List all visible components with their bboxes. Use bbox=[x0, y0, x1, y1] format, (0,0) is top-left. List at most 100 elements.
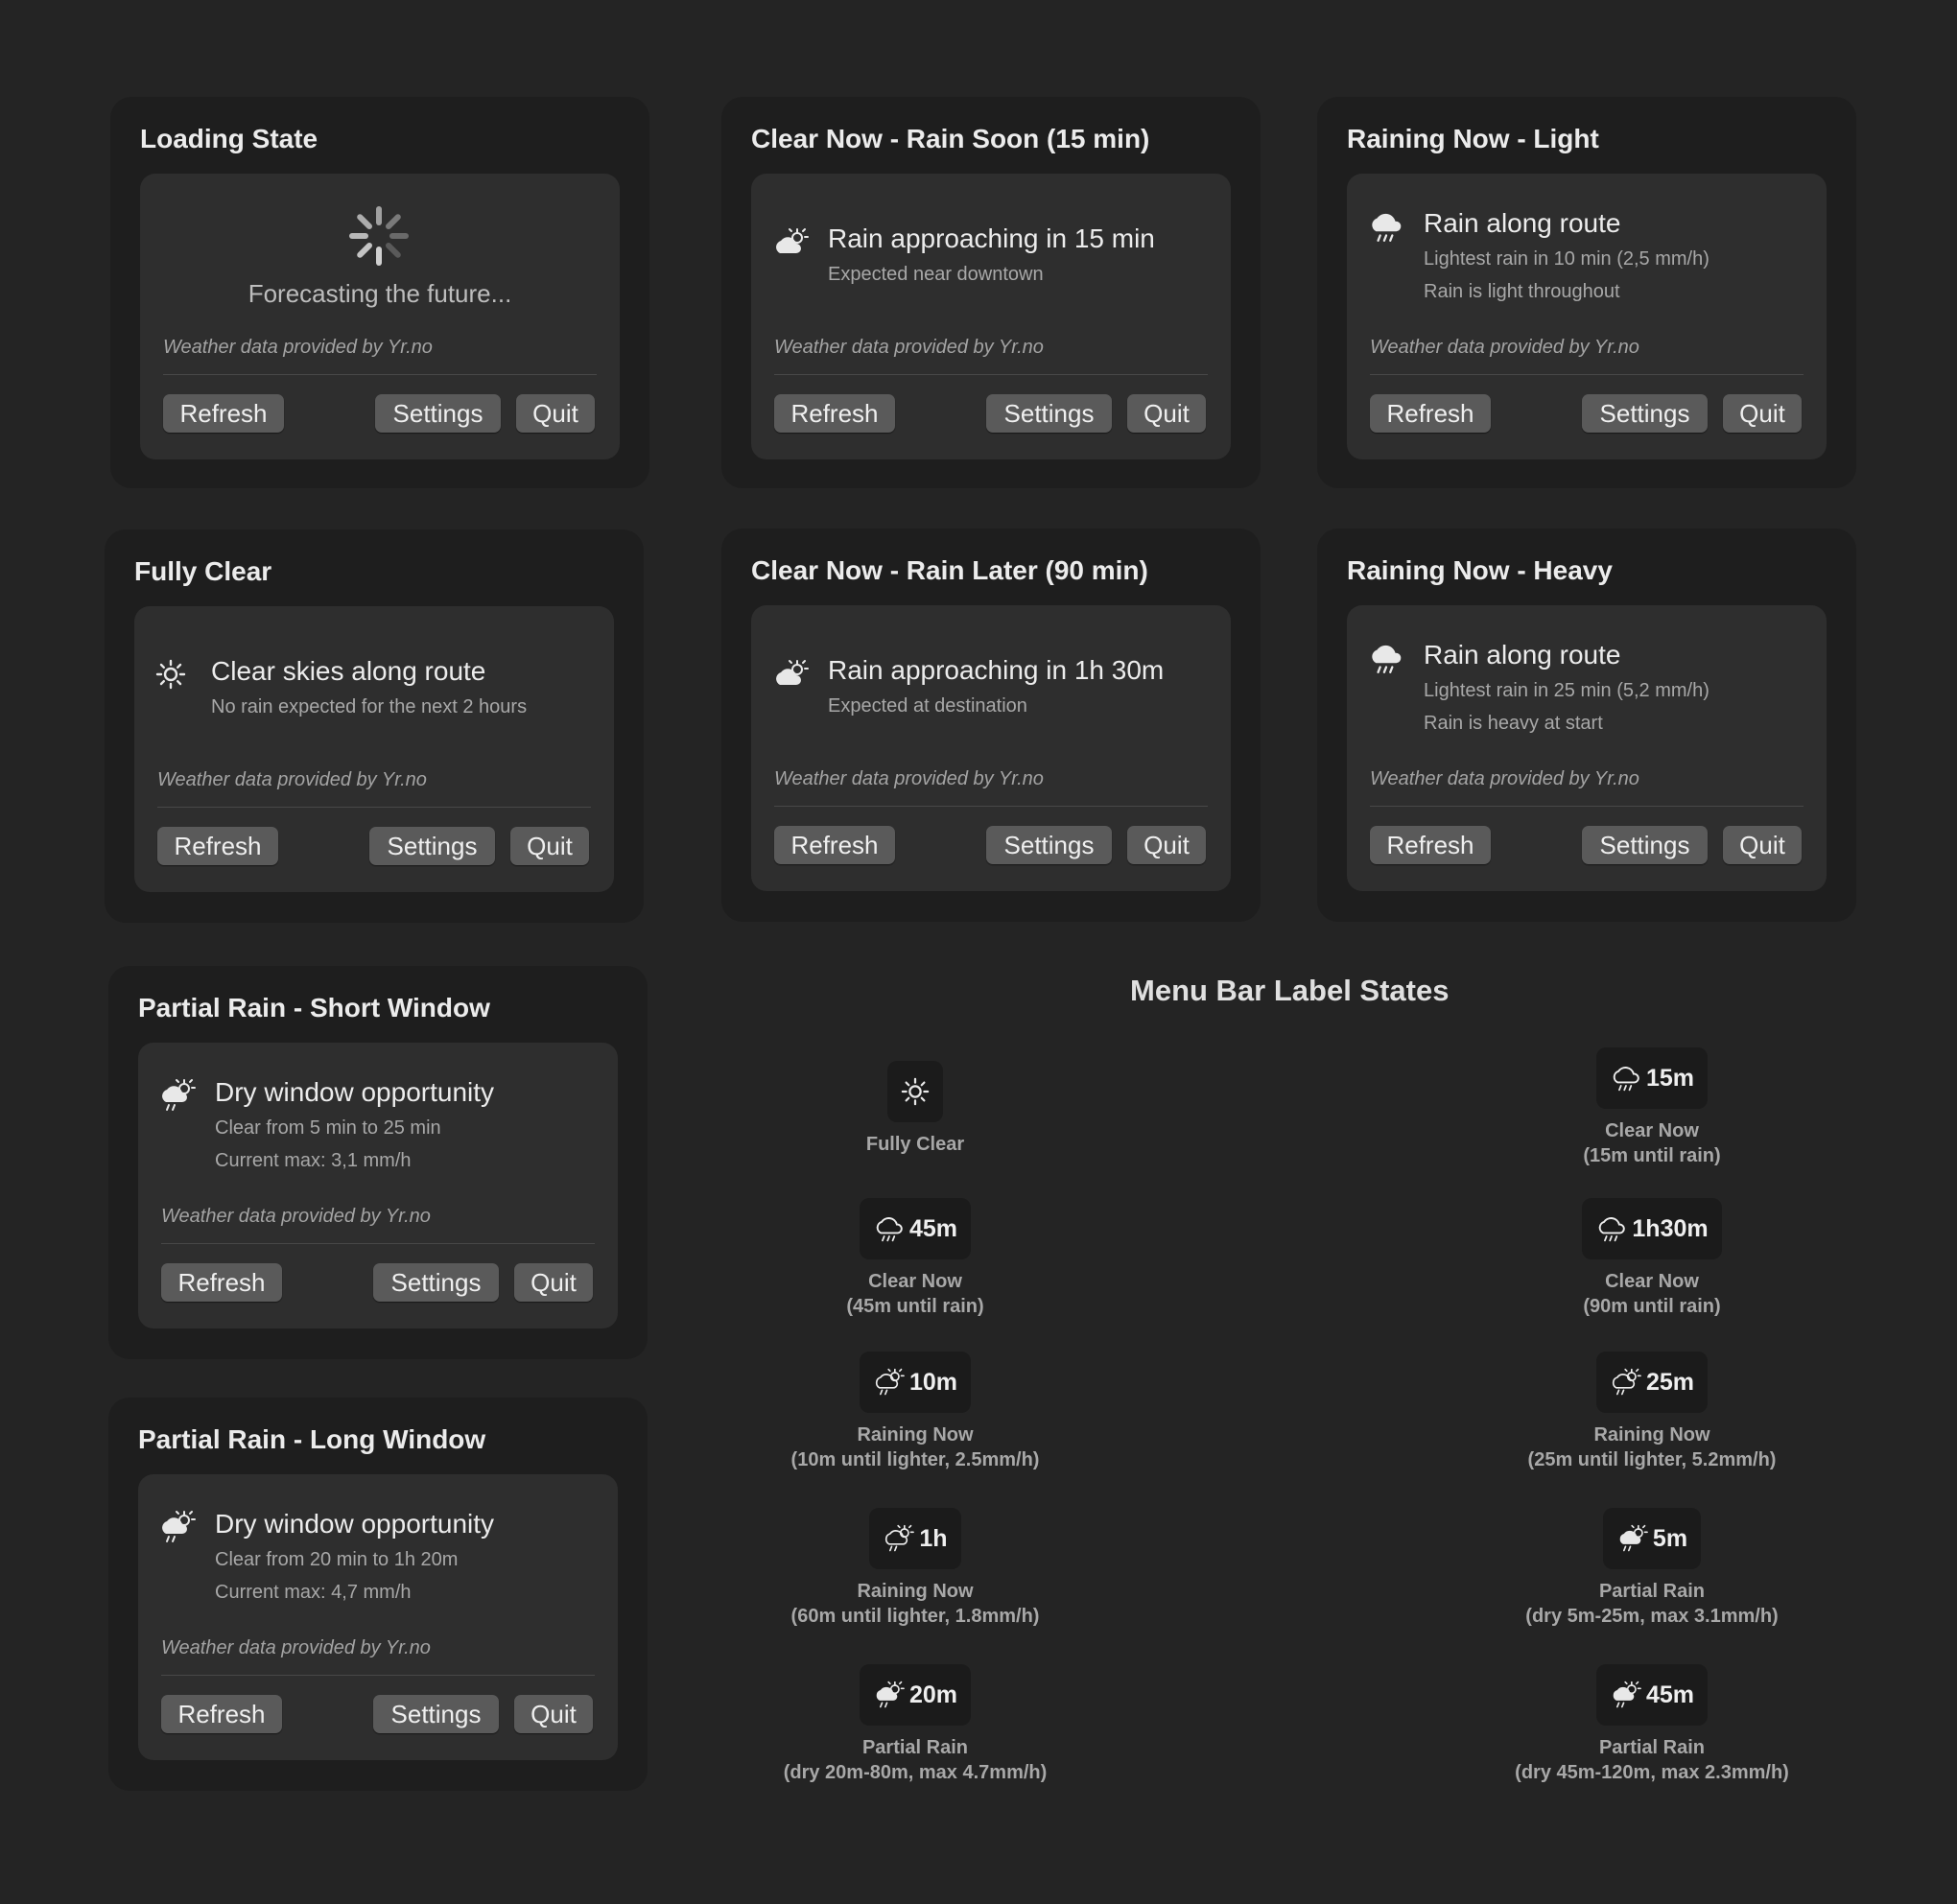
divider bbox=[163, 374, 597, 375]
popup-window: Clear skies along route No rain expected… bbox=[134, 606, 614, 892]
settings-button[interactable]: Settings bbox=[375, 394, 501, 433]
status-detail-secondary: Rain is light throughout bbox=[1424, 281, 1620, 302]
settings-button[interactable]: Settings bbox=[1582, 394, 1708, 433]
menubar-state-raining-25m: 25m Raining Now (25m until lighter, 5.2mm… bbox=[1450, 1352, 1853, 1472]
quit-button[interactable]: Quit bbox=[516, 394, 595, 433]
settings-button[interactable]: Settings bbox=[369, 827, 495, 865]
settings-button[interactable]: Settings bbox=[986, 394, 1112, 433]
rain-cloud-outline-icon bbox=[1595, 1214, 1628, 1243]
refresh-button[interactable]: Refresh bbox=[161, 1695, 282, 1733]
settings-button[interactable]: Settings bbox=[373, 1263, 499, 1302]
state-caption: Fully Clear bbox=[865, 1134, 965, 1155]
sun-rain-cloud-filled-icon bbox=[873, 1681, 906, 1709]
menubar-label[interactable]: 10m bbox=[859, 1352, 972, 1413]
status-headline: Rain approaching in 1h 30m bbox=[828, 655, 1165, 685]
divider bbox=[161, 1243, 595, 1244]
state-caption-detail: (15m until rain) bbox=[1583, 1145, 1721, 1166]
panel-partial-rain-long: Partial Rain - Long Window Dry window op… bbox=[108, 1398, 648, 1791]
menubar-label-text: 25m bbox=[1645, 1368, 1695, 1396]
attribution-text: Weather data provided by Yr.no bbox=[774, 768, 1044, 789]
menubar-label[interactable]: 5m bbox=[1602, 1508, 1702, 1569]
status-detail-secondary: Rain is heavy at start bbox=[1424, 713, 1603, 734]
menubar-label-text: 15m bbox=[1645, 1064, 1695, 1092]
refresh-button[interactable]: Refresh bbox=[774, 394, 895, 433]
refresh-button[interactable]: Refresh bbox=[1370, 826, 1491, 864]
status-detail: Clear from 20 min to 1h 20m bbox=[215, 1549, 459, 1570]
menubar-state-clear-15m: 15m Clear Now (15m until rain) bbox=[1450, 1047, 1853, 1168]
menubar-label[interactable]: 1h30m bbox=[1582, 1198, 1722, 1259]
quit-button[interactable]: Quit bbox=[1723, 394, 1802, 433]
sun-icon bbox=[901, 1077, 930, 1106]
partly-cloudy-sun-icon bbox=[772, 655, 809, 692]
status-headline: Rain along route bbox=[1424, 208, 1621, 238]
refresh-button[interactable]: Refresh bbox=[161, 1263, 282, 1302]
partly-cloudy-sun-icon bbox=[772, 223, 809, 260]
popup-window: Dry window opportunity Clear from 20 min… bbox=[138, 1474, 618, 1760]
divider bbox=[1370, 374, 1804, 375]
refresh-button[interactable]: Refresh bbox=[774, 826, 895, 864]
quit-button[interactable]: Quit bbox=[1723, 826, 1802, 864]
menubar-label-text: 45m bbox=[1645, 1681, 1695, 1708]
quit-button[interactable]: Quit bbox=[514, 1695, 593, 1733]
menubar-label[interactable]: 25m bbox=[1595, 1352, 1709, 1413]
quit-button[interactable]: Quit bbox=[1127, 826, 1206, 864]
attribution-text: Weather data provided by Yr.no bbox=[774, 337, 1044, 358]
menubar-label[interactable]: 1h bbox=[869, 1508, 961, 1569]
state-caption: Raining Now bbox=[1593, 1424, 1710, 1446]
rain-cloud-icon bbox=[1368, 640, 1404, 676]
menubar-label-text: 45m bbox=[908, 1214, 958, 1242]
state-caption: Raining Now bbox=[857, 1581, 974, 1602]
panel-raining-now-light: Raining Now - Light Rain along route Lig… bbox=[1317, 97, 1856, 488]
status-headline: Rain approaching in 15 min bbox=[828, 223, 1155, 253]
settings-button[interactable]: Settings bbox=[986, 826, 1112, 864]
panel-title: Clear Now - Rain Later (90 min) bbox=[751, 555, 1148, 585]
menubar-state-raining-10m: 10m Raining Now (10m until lighter, 2.5mm… bbox=[714, 1352, 1117, 1472]
quit-button[interactable]: Quit bbox=[1127, 394, 1206, 433]
popup-window: Rain approaching in 1h 30m Expected at d… bbox=[751, 605, 1231, 891]
panel-loading-state: Loading State Forecasting the future... … bbox=[110, 97, 649, 488]
menubar-label-text: 10m bbox=[908, 1368, 958, 1396]
settings-button[interactable]: Settings bbox=[373, 1695, 499, 1733]
quit-button[interactable]: Quit bbox=[514, 1263, 593, 1302]
sun-rain-cloud-outline-icon bbox=[883, 1524, 915, 1553]
panel-clear-now-rain-later: Clear Now - Rain Later (90 min) Rain app… bbox=[721, 529, 1261, 922]
state-caption-detail: (dry 45m-120m, max 2.3mm/h) bbox=[1515, 1762, 1789, 1783]
panel-title: Raining Now - Light bbox=[1347, 124, 1599, 153]
divider bbox=[161, 1675, 595, 1676]
panel-title: Partial Rain - Short Window bbox=[138, 993, 490, 1023]
panel-clear-now-rain-soon: Clear Now - Rain Soon (15 min) Rain appr… bbox=[721, 97, 1261, 488]
status-detail-secondary: Current max: 4,7 mm/h bbox=[215, 1582, 412, 1603]
menubar-state-partial-5m: 5m Partial Rain (dry 5m-25m, max 3.1mm/h) bbox=[1450, 1508, 1853, 1629]
attribution-text: Weather data provided by Yr.no bbox=[1370, 768, 1639, 789]
panel-partial-rain-short: Partial Rain - Short Window Dry window o… bbox=[108, 966, 648, 1359]
state-caption-detail: (90m until rain) bbox=[1583, 1296, 1721, 1317]
attribution-text: Weather data provided by Yr.no bbox=[161, 1206, 431, 1227]
menubar-label-text: 1h bbox=[919, 1524, 948, 1552]
menubar-label[interactable]: 15m bbox=[1595, 1047, 1709, 1109]
status-headline: Clear skies along route bbox=[211, 656, 486, 686]
popup-window: Rain approaching in 15 min Expected near… bbox=[751, 174, 1231, 459]
menubar-label[interactable]: 45m bbox=[1595, 1664, 1709, 1726]
refresh-button[interactable]: Refresh bbox=[157, 827, 278, 865]
rain-cloud-outline-icon bbox=[1610, 1064, 1642, 1093]
state-caption-detail: (10m until lighter, 2.5mm/h) bbox=[790, 1449, 1040, 1470]
menubar-state-raining-60m: 1h Raining Now (60m until lighter, 1.8mm/… bbox=[714, 1508, 1117, 1629]
settings-button[interactable]: Settings bbox=[1582, 826, 1708, 864]
panel-title: Fully Clear bbox=[134, 556, 272, 586]
menubar-label[interactable] bbox=[887, 1061, 943, 1122]
attribution-text: Weather data provided by Yr.no bbox=[163, 337, 433, 358]
sun-rain-cloud-filled-icon bbox=[1616, 1524, 1649, 1553]
panel-title: Clear Now - Rain Soon (15 min) bbox=[751, 124, 1150, 153]
refresh-button[interactable]: Refresh bbox=[1370, 394, 1491, 433]
menubar-label-text: 1h30m bbox=[1632, 1214, 1709, 1242]
quit-button[interactable]: Quit bbox=[510, 827, 589, 865]
menubar-label[interactable]: 20m bbox=[859, 1664, 972, 1726]
state-caption-detail: (dry 5m-25m, max 3.1mm/h) bbox=[1525, 1606, 1779, 1627]
state-caption-detail: (dry 20m-80m, max 4.7mm/h) bbox=[783, 1762, 1048, 1783]
sun-rain-cloud-outline-icon bbox=[873, 1368, 906, 1397]
status-detail: Lightest rain in 10 min (2,5 mm/h) bbox=[1424, 248, 1709, 270]
popup-window: Rain along route Lightest rain in 10 min… bbox=[1347, 174, 1827, 459]
section-title: Menu Bar Label States bbox=[1130, 974, 1450, 1007]
menubar-label[interactable]: 45m bbox=[859, 1198, 972, 1259]
refresh-button[interactable]: Refresh bbox=[163, 394, 284, 433]
